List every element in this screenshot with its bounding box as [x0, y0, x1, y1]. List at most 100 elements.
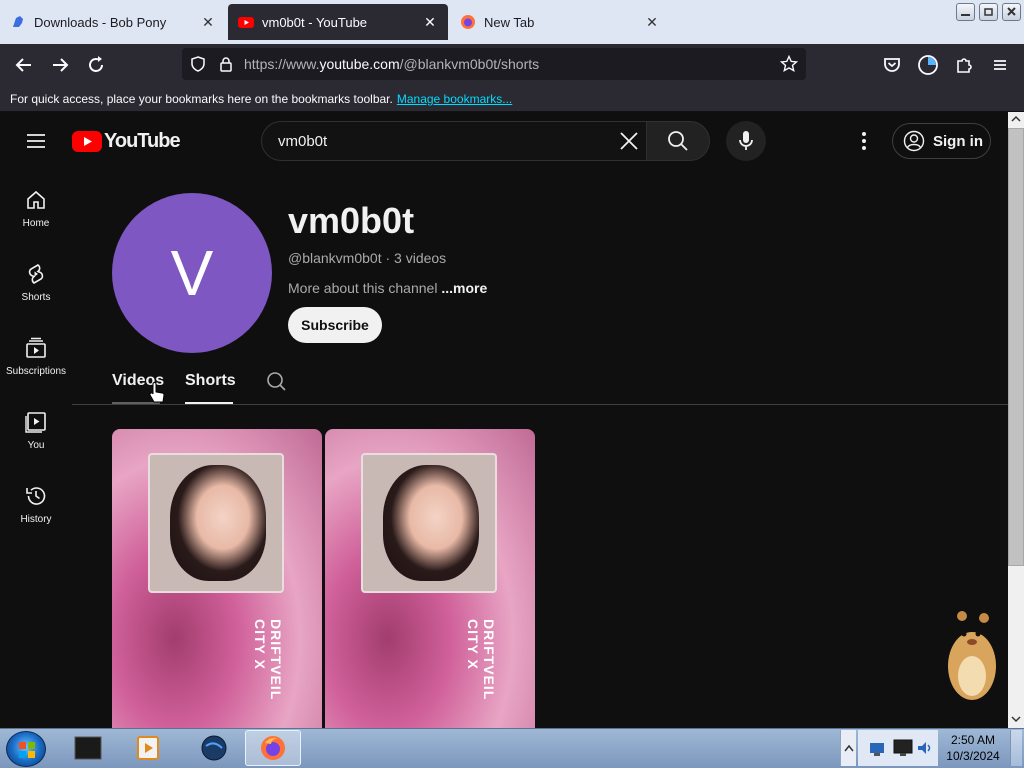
start-button[interactable] [6, 731, 46, 767]
chevron-up-icon [844, 744, 854, 752]
bookmarks-message: For quick access, place your bookmarks h… [10, 92, 393, 106]
channel-about[interactable]: More about this channel ...more [288, 280, 487, 296]
voice-search-button[interactable] [726, 121, 766, 161]
tab-new-tab[interactable]: New Tab ✕ [450, 4, 670, 40]
lock-icon[interactable] [218, 56, 234, 72]
sign-in-button[interactable]: Sign in [892, 123, 991, 159]
channel-search-icon[interactable] [265, 370, 287, 392]
globe-app-icon [201, 735, 227, 761]
address-bar[interactable]: https://www.youtube.com/@blankvm0b0t/sho… [182, 48, 806, 80]
hand-cursor-icon [149, 382, 165, 403]
forward-button[interactable] [48, 53, 72, 77]
youtube-logo-text: YouTube [104, 130, 181, 152]
sidebar-item-you[interactable]: You [0, 410, 72, 470]
tab-title: New Tab [484, 14, 535, 30]
firefox-favicon-icon [461, 15, 475, 29]
clear-search-icon[interactable] [618, 130, 640, 152]
close-window-button[interactable] [1002, 3, 1021, 21]
portrait-image [170, 465, 266, 581]
subscribe-button[interactable]: Subscribe [288, 307, 382, 343]
minimize-button[interactable] [956, 3, 975, 21]
scroll-down-arrow-icon[interactable] [1011, 714, 1021, 724]
system-tray [858, 730, 938, 766]
short-thumbnail-1[interactable]: DRIFTVEIL CITY X [112, 429, 322, 728]
home-icon [27, 190, 45, 209]
network-icon[interactable] [868, 740, 888, 758]
sidebar-item-shorts[interactable]: Shorts [0, 262, 72, 322]
windows-logo-icon [19, 742, 35, 758]
short-title-overlay: DRIFTVEIL CITY X [465, 619, 497, 701]
tabs-divider [72, 404, 1008, 405]
back-button[interactable] [12, 53, 36, 77]
channel-about-more[interactable]: ...more [441, 280, 487, 296]
shorts-icon [28, 264, 44, 284]
taskbar-clock[interactable]: 2:50 AM 10/3/2024 [940, 732, 1006, 764]
scroll-up-arrow-icon[interactable] [1011, 114, 1021, 124]
search-box[interactable]: vm0b0t [261, 121, 647, 161]
clock-time: 2:50 AM [950, 733, 996, 747]
reload-button[interactable] [84, 53, 108, 77]
sidebar-item-history[interactable]: History [0, 484, 72, 544]
youtube-header: YouTube vm0b0t Sign in [0, 112, 1008, 170]
tab-downloads[interactable]: Downloads - Bob Pony ✕ [0, 4, 226, 40]
manage-bookmarks-link[interactable]: Manage bookmarks... [397, 92, 512, 106]
sidebar-item-subscriptions[interactable]: Subscriptions [0, 336, 72, 396]
firefox-icon [261, 736, 285, 760]
close-icon [1007, 7, 1016, 16]
restore-button[interactable] [979, 3, 998, 21]
settings-more-icon[interactable] [852, 129, 876, 153]
sidebar-item-label: Home [22, 218, 50, 229]
taskbar-app-globe[interactable] [186, 730, 242, 766]
sidebar-item-home[interactable]: Home [0, 188, 72, 248]
tab-youtube[interactable]: vm0b0t - YouTube ✕ [228, 4, 448, 40]
short-thumbnail-2[interactable]: DRIFTVEIL CITY X [325, 429, 535, 728]
taskbar-app-media-player[interactable] [120, 730, 176, 766]
terminal-window-icon [74, 736, 102, 760]
bookmark-star-icon[interactable] [780, 55, 798, 73]
search-button[interactable] [646, 121, 710, 161]
tab-close-icon[interactable]: ✕ [644, 14, 660, 30]
pocket-icon [884, 58, 900, 72]
youtube-logo[interactable]: YouTube [72, 130, 181, 153]
menu-button[interactable] [988, 53, 1012, 77]
url-text[interactable]: https://www.youtube.com/@blankvm0b0t/sho… [244, 56, 539, 72]
subscriptions-icon [26, 337, 46, 358]
show-desktop-button[interactable] [1010, 730, 1022, 766]
tab-close-icon[interactable]: ✕ [422, 14, 438, 30]
sign-in-label: Sign in [933, 132, 983, 150]
shield-icon[interactable] [190, 56, 206, 72]
scrollbar-thumb[interactable] [1008, 128, 1024, 566]
guide-menu-icon[interactable] [24, 129, 48, 153]
minimize-icon [961, 14, 970, 16]
bookmarks-toolbar: For quick access, place your bookmarks h… [0, 86, 1024, 112]
url-prefix: https://www. [244, 56, 320, 72]
extensions-button[interactable] [952, 53, 976, 77]
tab-close-icon[interactable]: ✕ [200, 14, 216, 30]
channel-avatar[interactable]: V [112, 193, 272, 353]
taskbar-app-firefox[interactable] [245, 730, 301, 766]
sidebar-item-label: History [20, 514, 52, 525]
volume-icon[interactable] [916, 740, 934, 756]
channel-about-text: More about this channel [288, 280, 438, 296]
album-cover-image [361, 453, 497, 593]
portrait-image [383, 465, 479, 581]
tab-shorts[interactable]: Shorts [185, 372, 236, 390]
history-icon [26, 487, 46, 505]
account-button[interactable] [916, 53, 940, 77]
pocket-button[interactable] [880, 53, 904, 77]
tab-title: vm0b0t - YouTube [262, 14, 368, 30]
clock-date: 10/3/2024 [946, 749, 1000, 763]
sidebar-item-label: You [27, 440, 45, 451]
url-path: /@blankvm0b0t/shorts [399, 56, 540, 72]
puzzle-icon [957, 58, 972, 73]
sidebar-item-label: Subscriptions [5, 366, 67, 377]
monitor-icon[interactable] [892, 738, 914, 758]
firefox-account-icon [918, 55, 938, 75]
show-hidden-icons-button[interactable] [840, 730, 856, 766]
microphone-icon [739, 131, 753, 150]
channel-name: vm0b0t [288, 200, 415, 241]
taskbar-app-cmd[interactable] [60, 730, 116, 766]
restore-icon [984, 8, 993, 16]
search-input[interactable]: vm0b0t [278, 133, 327, 150]
album-cover-image [148, 453, 284, 593]
